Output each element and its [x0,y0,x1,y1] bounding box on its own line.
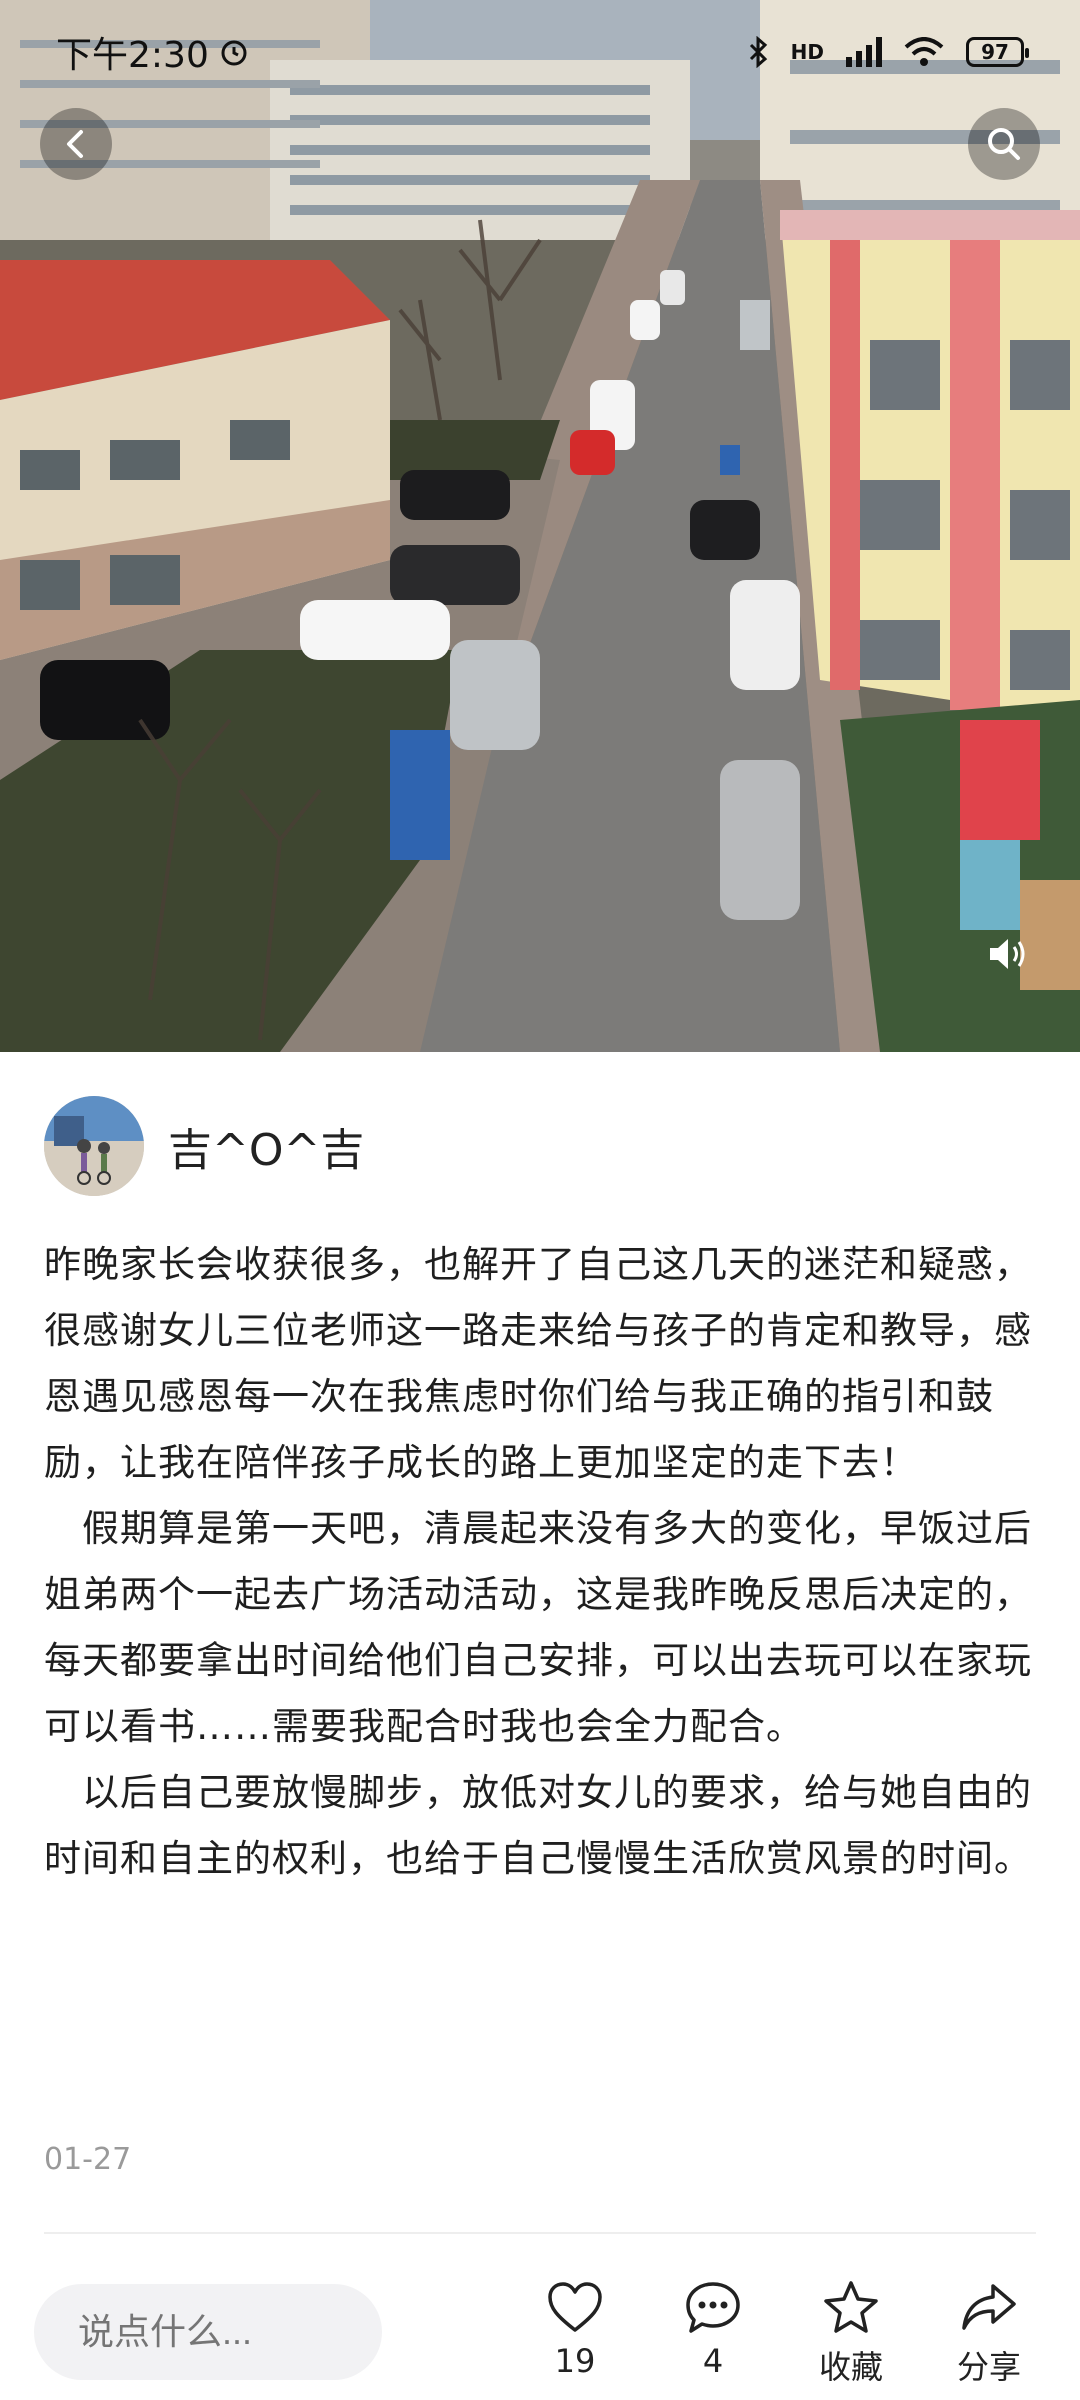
post-photo[interactable]: 下午2:30 HD 97 [0,0,1080,1052]
avatar-image [44,1096,144,1196]
speaker-icon [990,939,1025,969]
street-scene-image [0,0,1080,1052]
divider [44,2232,1036,2234]
chevron-left-icon [67,130,83,158]
heart-icon [548,2282,602,2332]
comment-icon [686,2282,740,2333]
like-button[interactable]: 19 [520,2278,630,2380]
bottom-action-bar: 19 4 收藏 分享 [0,2260,1080,2400]
post-content: 昨晚家长会收获很多，也解开了自己这几天的迷茫和疑惑，很感谢女儿三位老师这一路走来… [44,1232,1036,1892]
post-paragraph: 以后自己要放慢脚步，放低对女儿的要求，给与她自由的时间和自主的权利，也给于自己慢… [44,1771,1032,1880]
signal-icon [846,37,882,67]
battery-indicator: 97 [966,37,1029,67]
avatar[interactable] [44,1096,144,1196]
post-paragraph: 昨晚家长会收获很多，也解开了自己这几天的迷茫和疑惑，很感谢女儿三位老师这一路走来… [44,1243,1032,1484]
alarm-icon [221,40,247,66]
favorite-button[interactable]: 收藏 [796,2278,906,2388]
post-date: 01-27 [44,2142,132,2177]
search-icon [988,128,1020,160]
author-row[interactable]: 吉^O^吉 [44,1096,364,1196]
battery-level: 97 [981,40,1009,64]
sound-toggle-button[interactable] [980,926,1036,982]
wifi-icon [904,37,944,66]
post-paragraph: 假期算是第一天吧，清晨起来没有多大的变化，早饭过后姐弟两个一起去广场活动活动，这… [44,1507,1032,1748]
bluetooth-icon [749,36,767,68]
favorite-label: 收藏 [818,2348,883,2386]
share-icon [962,2284,1016,2330]
share-button[interactable]: 分享 [934,2278,1044,2388]
star-icon [824,2281,878,2333]
search-button[interactable] [968,108,1040,180]
like-count: 19 [554,2342,596,2380]
comment-count: 4 [702,2342,724,2380]
network-type: HD [790,40,824,64]
status-bar: 下午2:30 HD 97 [0,0,1080,104]
author-name[interactable]: 吉^O^吉 [168,1114,364,1178]
share-label: 分享 [956,2348,1021,2386]
status-time: 下午2:30 [56,35,209,76]
comment-button[interactable]: 4 [658,2278,768,2380]
back-button[interactable] [40,108,112,180]
comment-input[interactable] [34,2284,382,2380]
